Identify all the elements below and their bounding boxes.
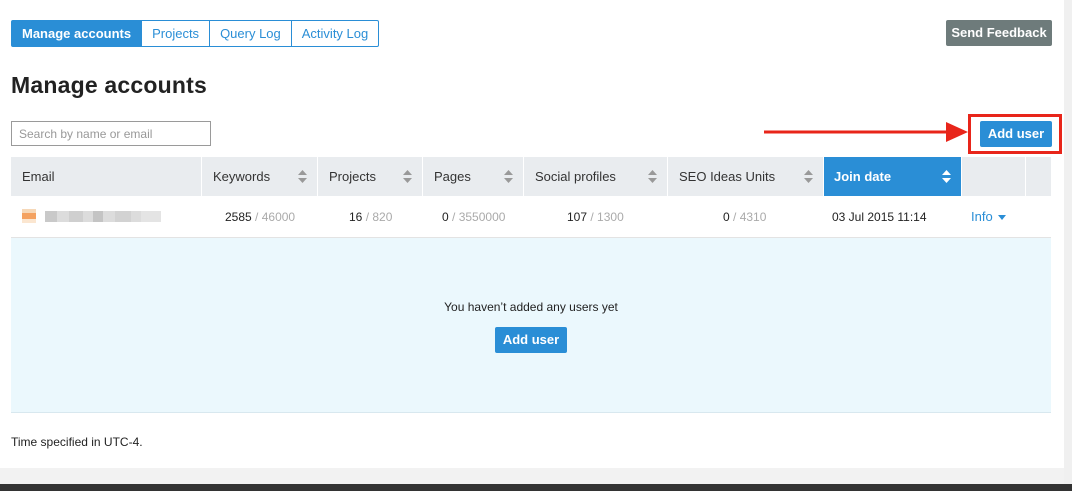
keywords-cell: 2585 / 46000 <box>225 196 295 238</box>
add-user-button-empty-state[interactable]: Add user <box>495 327 567 353</box>
avatar <box>22 209 36 223</box>
keywords-used: 2585 <box>225 210 252 224</box>
projects-cell: 16 / 820 <box>349 196 392 238</box>
scrollbar-gutter <box>1064 0 1072 484</box>
column-header-pages[interactable]: Pages <box>423 157 524 196</box>
column-header-actions <box>962 157 1026 196</box>
seo-ideas-cell: 0 / 4310 <box>723 196 766 238</box>
empty-state-message: You haven’t added any users yet <box>444 300 618 314</box>
tab-activity-log[interactable]: Activity Log <box>291 20 380 47</box>
column-label: Projects <box>329 169 376 184</box>
sort-icon <box>403 170 412 183</box>
sort-icon <box>648 170 657 183</box>
search-input[interactable] <box>11 121 211 146</box>
column-label: Email <box>22 169 55 184</box>
pages-cell: 0 / 3550000 <box>442 196 505 238</box>
sort-icon <box>298 170 307 183</box>
social-cell: 107 / 1300 <box>567 196 624 238</box>
tab-query-log[interactable]: Query Log <box>210 20 292 47</box>
add-user-button[interactable]: Add user <box>980 121 1052 147</box>
keywords-limit: / 46000 <box>255 210 296 224</box>
table-row: 2585 / 46000 16 / 820 0 / 3550000 107 / … <box>11 196 1051 238</box>
projects-used: 16 <box>349 210 363 224</box>
column-header-extra <box>1026 157 1051 196</box>
bottom-bar <box>0 484 1072 491</box>
timezone-note: Time specified in UTC-4. <box>11 435 143 449</box>
sort-icon <box>504 170 513 183</box>
column-label: Pages <box>434 169 471 184</box>
info-label: Info <box>971 209 993 224</box>
top-tabs: Manage accounts Projects Query Log Activ… <box>11 20 380 47</box>
social-used: 107 <box>567 210 588 224</box>
seo-ideas-used: 0 <box>723 210 730 224</box>
column-header-email[interactable]: Email <box>11 157 202 196</box>
projects-limit: / 820 <box>365 210 393 224</box>
column-header-keywords[interactable]: Keywords <box>202 157 318 196</box>
social-limit: / 1300 <box>590 210 624 224</box>
arrow-annotation-icon <box>764 122 968 142</box>
send-feedback-button[interactable]: Send Feedback <box>946 20 1052 46</box>
info-dropdown[interactable]: Info <box>971 196 1007 238</box>
column-label: Social profiles <box>535 169 616 184</box>
table-header: Email Keywords Projects Pages Social pro… <box>11 157 1051 196</box>
pages-limit: / 3550000 <box>452 210 506 224</box>
email-value-redacted <box>45 211 161 222</box>
column-header-join-date[interactable]: Join date <box>824 157 962 196</box>
sort-icon <box>942 170 951 183</box>
column-header-social-profiles[interactable]: Social profiles <box>524 157 668 196</box>
tab-manage-accounts[interactable]: Manage accounts <box>11 20 143 47</box>
column-label: Keywords <box>213 169 271 184</box>
column-header-projects[interactable]: Projects <box>318 157 423 196</box>
seo-ideas-limit: / 4310 <box>733 210 767 224</box>
column-label: Join date <box>834 169 892 184</box>
join-date-cell: 03 Jul 2015 11:14 <box>832 210 927 224</box>
page-title: Manage accounts <box>11 72 207 98</box>
chevron-down-icon <box>998 215 1007 221</box>
pages-used: 0 <box>442 210 449 224</box>
tab-projects[interactable]: Projects <box>142 20 211 47</box>
empty-state-panel: You haven’t added any users yet Add user <box>11 238 1051 413</box>
sort-icon <box>804 170 813 183</box>
column-label: SEO Ideas Units <box>679 169 776 184</box>
column-header-seo-ideas-units[interactable]: SEO Ideas Units <box>668 157 824 196</box>
